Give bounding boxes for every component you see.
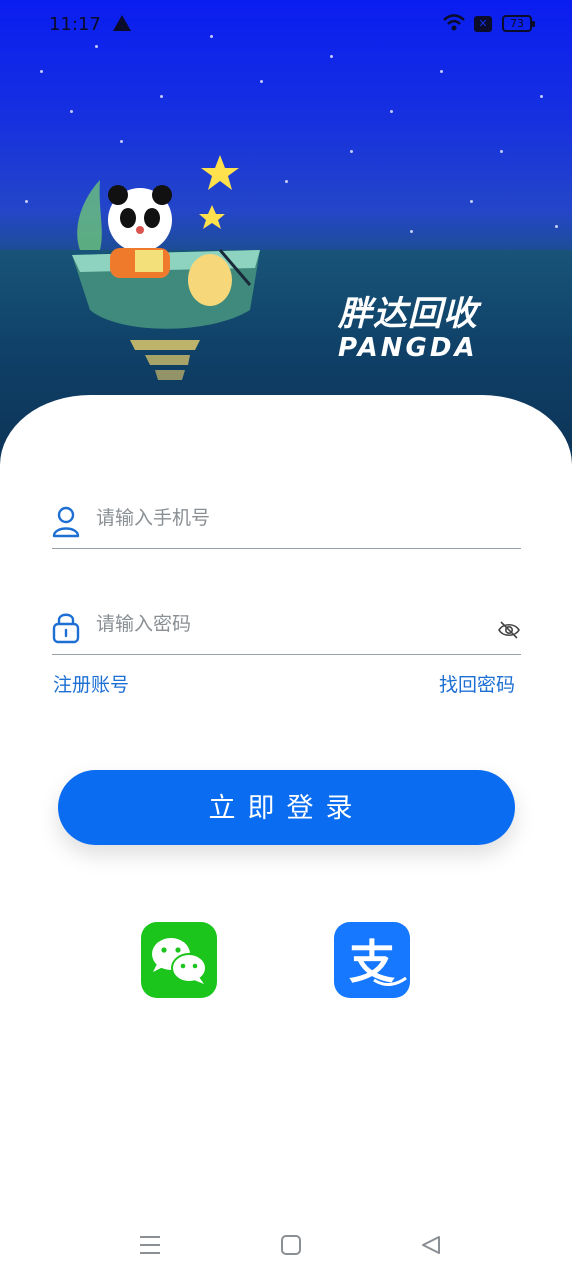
alipay-login-button[interactable]: 支 [334, 922, 410, 998]
alipay-icon: 支 [349, 935, 407, 989]
menu-icon[interactable] [139, 1235, 161, 1255]
wechat-login-button[interactable] [141, 922, 217, 998]
user-icon [52, 506, 80, 538]
brand-logo: 胖达回收 PANGDA [338, 286, 478, 363]
battery-icon: 73 [502, 15, 535, 32]
wifi-icon [443, 14, 465, 31]
warning-icon [113, 15, 131, 31]
forgot-password-link[interactable]: 找回密码 [439, 670, 515, 697]
password-field [52, 598, 521, 655]
system-navigation-bar [0, 1215, 572, 1280]
brand-name-cn: 胖达回收 [338, 294, 478, 334]
home-icon[interactable] [281, 1235, 301, 1255]
register-link[interactable]: 注册账号 [53, 670, 129, 697]
sim-icon: ✕ [474, 16, 492, 32]
lock-icon [52, 613, 80, 644]
wechat-icon [152, 938, 207, 984]
status-time: 11:17 [49, 14, 101, 35]
panda-in-boat-illustration [72, 155, 260, 380]
phone-field [52, 492, 521, 549]
brand-name-en: PANGDA [338, 333, 478, 363]
password-input[interactable] [94, 606, 478, 642]
eye-off-icon[interactable] [497, 620, 521, 640]
back-icon[interactable] [421, 1235, 441, 1255]
status-bar: 11:17 ✕ 73 [0, 0, 572, 52]
phone-input[interactable] [94, 500, 478, 536]
svg-text:支: 支 [349, 935, 395, 989]
login-button[interactable]: 立即登录 [58, 770, 515, 845]
